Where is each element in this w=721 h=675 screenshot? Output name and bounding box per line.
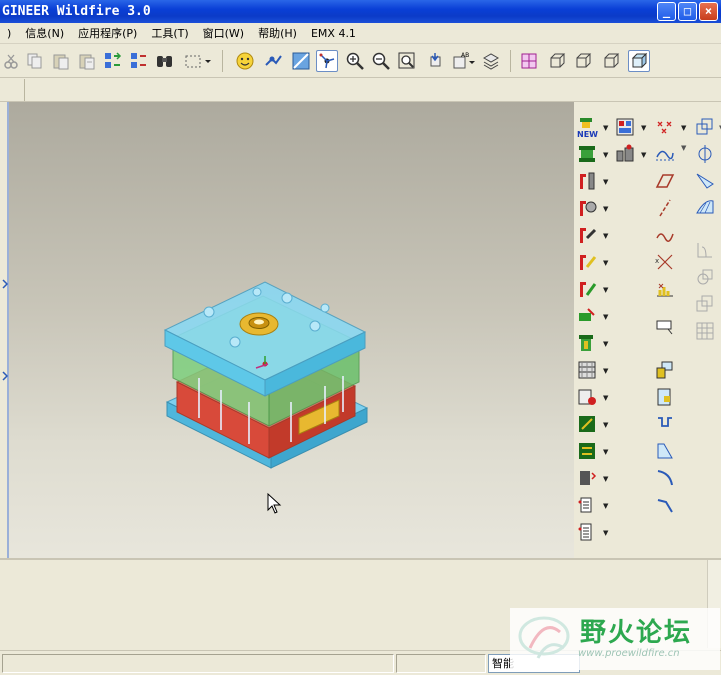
reorient-icon[interactable] xyxy=(424,50,446,72)
status-cell-message xyxy=(2,654,394,673)
datum-axis-icon[interactable] xyxy=(654,197,676,219)
menu-applications[interactable]: 应用程序(P) xyxy=(71,23,144,44)
sketch-icon[interactable] xyxy=(654,224,676,246)
cooling-icon[interactable] xyxy=(576,359,598,381)
left-panel-strip[interactable] xyxy=(0,102,9,558)
graphics-viewport[interactable] xyxy=(9,102,574,558)
new-mold-icon[interactable]: NEW xyxy=(576,116,598,138)
offset-icon[interactable] xyxy=(694,170,716,192)
surface-icon[interactable] xyxy=(694,197,716,219)
drawing-icon[interactable] xyxy=(576,494,598,516)
datum-curve-icon[interactable] xyxy=(654,143,676,165)
datum-plane-icon[interactable] xyxy=(654,170,676,192)
bolt-icon[interactable] xyxy=(576,224,598,246)
find-icon[interactable] xyxy=(154,50,176,72)
watermark-url: www.proewildfire.cn xyxy=(578,648,680,659)
zoom-in-icon[interactable] xyxy=(344,50,366,72)
svg-text:AB: AB xyxy=(461,52,469,59)
zoom-out-icon[interactable] xyxy=(370,50,392,72)
menu-emx[interactable]: EMX 4.1 xyxy=(304,23,363,44)
mirror-icon[interactable] xyxy=(694,143,716,165)
menu-tools[interactable]: 工具(T) xyxy=(144,23,195,44)
svg-text:x: x xyxy=(655,257,659,265)
regenerate-icon[interactable] xyxy=(102,50,124,72)
sprue-icon[interactable] xyxy=(576,467,598,489)
forum-logo-icon xyxy=(518,616,570,659)
window-title: GINEER Wildfire 3.0 xyxy=(2,4,151,19)
menu-partial[interactable]: ) xyxy=(0,23,18,44)
intersect-icon[interactable] xyxy=(694,293,716,315)
datum-point-icon[interactable] xyxy=(654,116,676,138)
shell-icon[interactable] xyxy=(654,440,676,462)
right-feature-toolbar: NEW ▼ ▼ ▼ ▼ ▼ ▼ ▼ ▼ ▼ ▼ ▼ ▼ ▼ ▼ ▼ ▼ ▼ ▼ … xyxy=(574,102,721,558)
analysis-icon[interactable] xyxy=(654,278,676,300)
spin-center-icon[interactable] xyxy=(316,50,338,72)
slider-icon[interactable] xyxy=(576,305,598,327)
merge-icon[interactable] xyxy=(694,266,716,288)
sweep-icon[interactable] xyxy=(654,386,676,408)
menu-help[interactable]: 帮助(H) xyxy=(251,23,304,44)
watermark-title: 野火论坛 xyxy=(580,618,693,648)
title-bar: GINEER Wildfire 3.0 _ □ × xyxy=(0,0,721,23)
locating-ring-icon[interactable] xyxy=(576,440,598,462)
revolve-icon[interactable] xyxy=(654,359,676,381)
hidden-line-icon[interactable] xyxy=(546,50,568,72)
saved-views-icon[interactable]: AB xyxy=(450,50,478,72)
catalog-icon[interactable] xyxy=(614,143,636,165)
cut-icon[interactable] xyxy=(0,50,22,72)
pattern-icon[interactable] xyxy=(694,320,716,342)
menu-window[interactable]: 窗口(W) xyxy=(196,23,251,44)
trim-icon[interactable] xyxy=(694,239,716,261)
secondary-toolbar xyxy=(0,78,721,102)
mold-base-icon[interactable] xyxy=(576,143,598,165)
close-button[interactable]: × xyxy=(699,2,718,21)
coordinate-system-icon[interactable]: x xyxy=(654,251,676,273)
window-controls: _ □ × xyxy=(657,2,718,21)
model-tree-icon[interactable] xyxy=(262,50,284,72)
wireframe-icon[interactable] xyxy=(518,50,540,72)
refit-icon[interactable] xyxy=(396,50,418,72)
pin-insert-icon[interactable] xyxy=(576,278,598,300)
menu-bar: ) 信息(N) 应用程序(P) 工具(T) 窗口(W) 帮助(H) EMX 4.… xyxy=(0,23,721,44)
blend-icon[interactable] xyxy=(654,413,676,435)
select-box-icon[interactable] xyxy=(182,50,212,72)
mold-assembly[interactable] xyxy=(9,102,574,558)
round-icon[interactable] xyxy=(654,467,676,489)
forum-watermark: 野火论坛 www.proewildfire.cn xyxy=(510,608,720,670)
svg-text:NEW: NEW xyxy=(577,130,598,138)
enhanced-realism-icon[interactable] xyxy=(628,50,650,72)
paste-icon[interactable] xyxy=(50,50,72,72)
toolbar-separator xyxy=(510,50,511,72)
bom-icon[interactable] xyxy=(576,521,598,543)
shading-icon[interactable] xyxy=(600,50,622,72)
component-icon[interactable] xyxy=(614,116,636,138)
maximize-button[interactable]: □ xyxy=(678,2,697,21)
runner-icon[interactable] xyxy=(576,386,598,408)
copy-geometry-icon[interactable] xyxy=(694,116,716,138)
paste-special-icon[interactable] xyxy=(76,50,98,72)
regenerate-manager-icon[interactable] xyxy=(128,50,150,72)
smiley-icon[interactable] xyxy=(234,50,256,72)
copy-icon[interactable] xyxy=(24,50,46,72)
extrude-icon[interactable] xyxy=(654,316,676,338)
screw-icon[interactable] xyxy=(576,197,598,219)
toolbar-separator xyxy=(24,79,25,101)
minimize-button[interactable]: _ xyxy=(657,2,676,21)
repaint-icon[interactable] xyxy=(290,50,312,72)
gate-icon[interactable] xyxy=(576,413,598,435)
divider xyxy=(0,558,721,560)
main-toolbar: AB xyxy=(0,44,721,78)
layers-icon[interactable] xyxy=(480,50,502,72)
menu-info[interactable]: 信息(N) xyxy=(18,23,71,44)
lifter-icon[interactable] xyxy=(576,332,598,354)
no-hidden-icon[interactable] xyxy=(572,50,594,72)
ejector-pin-icon[interactable] xyxy=(576,170,598,192)
dowel-pin-icon[interactable] xyxy=(576,251,598,273)
status-cell-info xyxy=(396,654,486,673)
chamfer-icon[interactable] xyxy=(654,494,676,516)
toolbar-separator xyxy=(222,50,223,72)
